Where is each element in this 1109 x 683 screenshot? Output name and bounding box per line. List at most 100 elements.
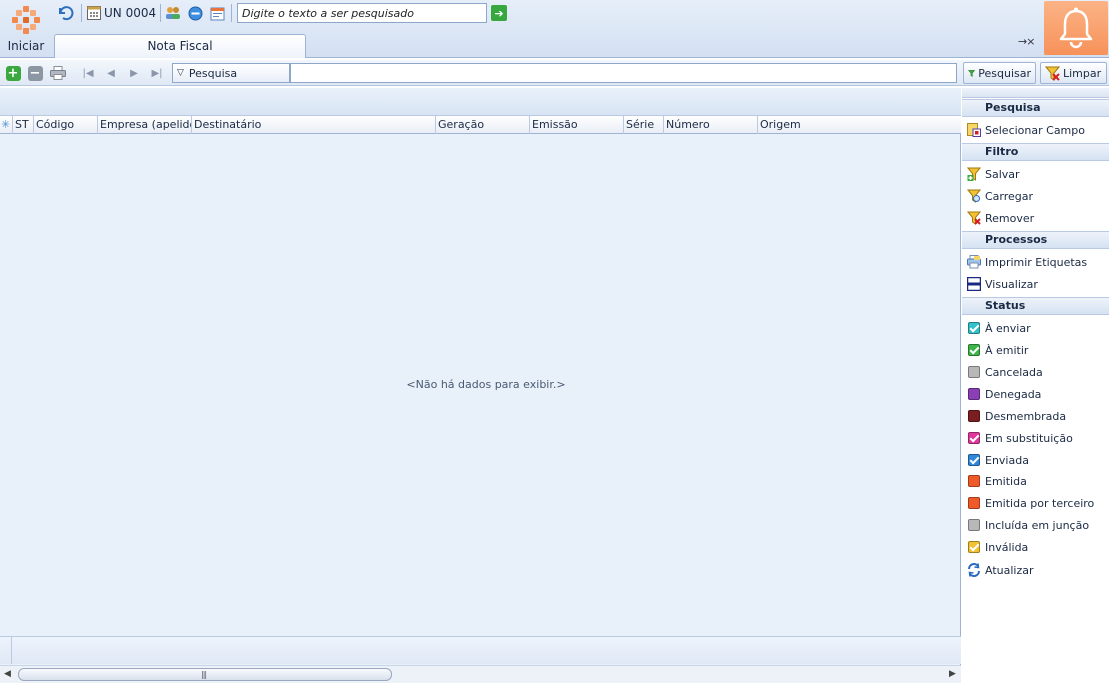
users-icon [166, 7, 180, 19]
section-status: Status [962, 297, 1109, 315]
close-tab-icon[interactable]: →× [1018, 35, 1035, 48]
clear-button[interactable]: Limpar [1040, 62, 1107, 84]
previous-record-icon[interactable]: ◀ [103, 65, 119, 81]
actions-panel: Pesquisa Selecionar Campo Filtro Salvar … [962, 88, 1109, 683]
column-codigo[interactable]: Código [34, 116, 98, 134]
select-field-label: Selecionar Campo [985, 123, 1085, 137]
minimize-button[interactable] [186, 3, 204, 23]
status-label: Incluída em junção [985, 518, 1090, 532]
view-icon [967, 277, 981, 291]
filter-save-item[interactable]: Salvar [962, 164, 1109, 184]
column-emissao[interactable]: Emissão [530, 116, 624, 134]
column-chooser-icon[interactable]: ✳ [0, 116, 13, 134]
status-label: Em substituição [985, 431, 1073, 445]
status-swatch [968, 366, 980, 378]
status-item[interactable]: Incluída em junção [962, 515, 1109, 535]
status-item[interactable]: Desmembrada [962, 406, 1109, 426]
column-destinatario[interactable]: Destinatário [192, 116, 436, 134]
print-labels-icon [967, 255, 981, 269]
undo-button[interactable] [55, 3, 75, 23]
undo-icon [59, 6, 74, 21]
data-grid: ✳ ST Código Empresa (apelido) Destinatár… [0, 88, 961, 683]
first-record-icon[interactable]: |◀ [80, 65, 96, 81]
status-color-icon [967, 453, 981, 467]
calendar-icon [87, 6, 101, 20]
column-origem[interactable]: Origem [758, 116, 961, 134]
filter-load-item[interactable]: Carregar [962, 186, 1109, 206]
add-button[interactable]: + [5, 65, 21, 81]
users-button[interactable] [164, 3, 182, 23]
last-record-icon[interactable]: ▶| [149, 65, 165, 81]
separator [231, 4, 232, 22]
remove-button[interactable]: − [27, 65, 43, 81]
start-label: Iniciar [7, 39, 45, 53]
agenda-button[interactable] [208, 3, 226, 23]
filter-load-label: Carregar [985, 189, 1034, 203]
print-labels-item[interactable]: Imprimir Etiquetas [962, 252, 1109, 272]
status-swatch [968, 322, 980, 334]
section-processos: Processos [962, 231, 1109, 249]
print-labels-label: Imprimir Etiquetas [985, 255, 1088, 269]
tab-nota-fiscal[interactable]: Nota Fiscal [54, 34, 306, 58]
status-item[interactable]: Enviada [962, 450, 1109, 470]
footer-indicator [0, 636, 12, 664]
status-label: Denegada [985, 387, 1042, 401]
scroll-right-icon[interactable]: ▶ [949, 669, 956, 679]
column-numero[interactable]: Número [664, 116, 758, 134]
status-label: Enviada [985, 453, 1029, 467]
grid-toolbar: + − |◀ ◀ ▶ ▶| ▽ Pesquisa Pesquisar Limpa… [0, 60, 1109, 86]
search-button[interactable]: Pesquisar [963, 62, 1036, 84]
plus-icon: + [5, 65, 21, 81]
scrollbar-thumb[interactable]: ||| [18, 668, 392, 681]
status-item[interactable]: Denegada [962, 384, 1109, 404]
top-bar: Iniciar UN 0004 ➔ Nota Fiscal →× [0, 0, 1109, 58]
status-item[interactable]: Emitida [962, 471, 1109, 491]
horizontal-scrollbar[interactable]: ◀ ||| ▶ [0, 665, 961, 683]
status-item[interactable]: À emitir [962, 340, 1109, 360]
next-record-icon[interactable]: ▶ [126, 65, 142, 81]
status-label: Emitida por terceiro [985, 496, 1095, 510]
separator [81, 4, 82, 22]
grid-search-input[interactable] [290, 63, 957, 83]
status-swatch [968, 410, 980, 422]
search-mode-dropdown[interactable]: ▽ Pesquisa [172, 63, 290, 83]
filter-remove-icon [967, 211, 981, 225]
minus-icon: − [27, 65, 43, 81]
refresh-item[interactable]: Atualizar [962, 560, 1109, 580]
start-button[interactable]: Iniciar [0, 0, 52, 56]
status-item[interactable]: Inválida [962, 537, 1109, 557]
notifications-button[interactable] [1044, 1, 1108, 55]
status-label: À emitir [985, 343, 1029, 357]
status-color-icon [967, 431, 981, 445]
status-color-icon [967, 321, 981, 335]
empty-grid-message: <Não há dados para exibir.> [406, 378, 566, 391]
scroll-left-icon[interactable]: ◀ [4, 669, 11, 679]
status-color-icon [967, 409, 981, 423]
unit-selector[interactable]: UN 0004 [87, 3, 157, 23]
column-serie[interactable]: Série [624, 116, 664, 134]
status-item[interactable]: À enviar [962, 318, 1109, 338]
filter-icon [968, 69, 976, 77]
status-item[interactable]: Cancelada [962, 362, 1109, 382]
status-label: À enviar [985, 321, 1031, 335]
status-color-icon [967, 387, 981, 401]
status-item[interactable]: Em substituição [962, 428, 1109, 448]
view-item[interactable]: Visualizar [962, 274, 1109, 294]
global-search-input[interactable] [237, 3, 487, 23]
go-arrow-icon[interactable]: ➔ [491, 5, 507, 21]
column-header-row: ✳ ST Código Empresa (apelido) Destinatár… [0, 116, 961, 134]
filter-save-icon [967, 167, 981, 181]
column-st[interactable]: ST [13, 116, 34, 134]
grid-footer [0, 636, 961, 664]
print-button[interactable] [50, 65, 66, 81]
select-field-item[interactable]: Selecionar Campo [962, 120, 1109, 140]
group-by-band[interactable] [0, 88, 961, 116]
filter-remove-item[interactable]: Remover [962, 208, 1109, 228]
filter-save-label: Salvar [985, 167, 1020, 181]
status-swatch [968, 475, 980, 487]
column-empresa[interactable]: Empresa (apelido) [98, 116, 192, 134]
app-logo-icon [12, 6, 40, 34]
column-geracao[interactable]: Geração [436, 116, 530, 134]
filter-load-icon [967, 189, 981, 203]
status-item[interactable]: Emitida por terceiro [962, 493, 1109, 513]
